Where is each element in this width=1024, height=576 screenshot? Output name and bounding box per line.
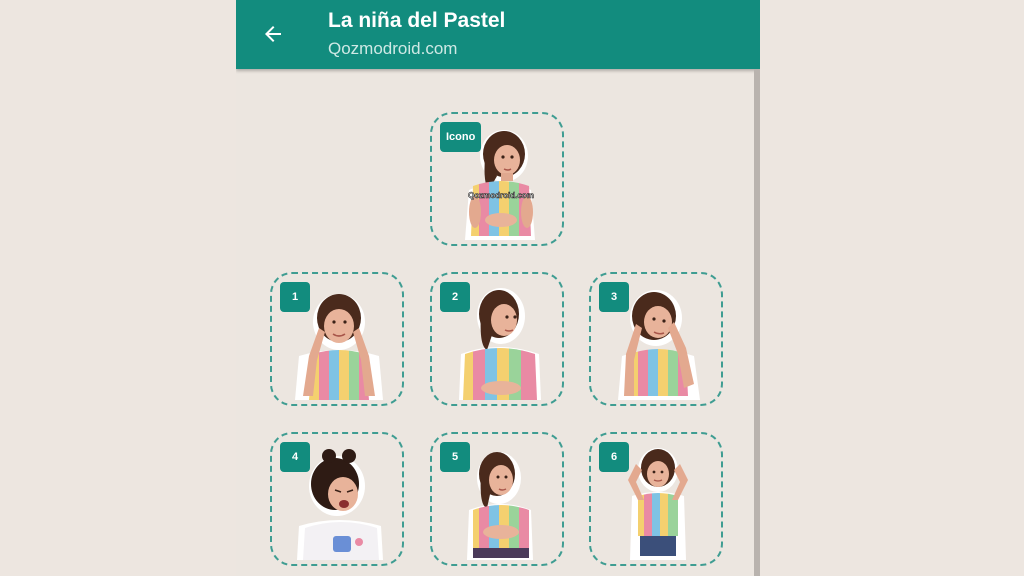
- girl-sticker-image: [295, 294, 383, 400]
- sticker-tile[interactable]: 6: [589, 432, 723, 566]
- back-button[interactable]: [254, 16, 292, 52]
- tray-icon-tile[interactable]: Icono Qozmodroid.com: [430, 112, 564, 246]
- sticker-tile[interactable]: 3: [589, 272, 723, 406]
- scrollbar[interactable]: [754, 69, 760, 576]
- screen: La niña del Pastel Qozmodroid.com Icono: [0, 0, 1024, 576]
- girl-sticker-image: [628, 448, 688, 560]
- pack-publisher: Qozmodroid.com: [328, 39, 458, 58]
- app-bar: La niña del Pastel Qozmodroid.com: [236, 0, 760, 69]
- sticker-pack-screen: La niña del Pastel Qozmodroid.com Icono: [236, 0, 760, 576]
- arrow-left-icon: [265, 26, 281, 42]
- sticker-tile[interactable]: 5: [430, 432, 564, 566]
- sticker-tile[interactable]: 4: [270, 432, 404, 566]
- girl-sticker-image: [297, 449, 383, 560]
- girl-sticker-image: [459, 288, 541, 400]
- girl-sticker-image: [467, 452, 533, 560]
- sticker-tile[interactable]: 1: [270, 272, 404, 406]
- girl-sticker-image: [618, 290, 700, 400]
- pack-title: La niña del Pastel: [328, 9, 506, 32]
- watermark-text: Qozmodroid.com: [468, 191, 534, 200]
- sticker-tile[interactable]: 2: [430, 272, 564, 406]
- girl-sticker-image: Qozmodroid.com: [465, 130, 535, 240]
